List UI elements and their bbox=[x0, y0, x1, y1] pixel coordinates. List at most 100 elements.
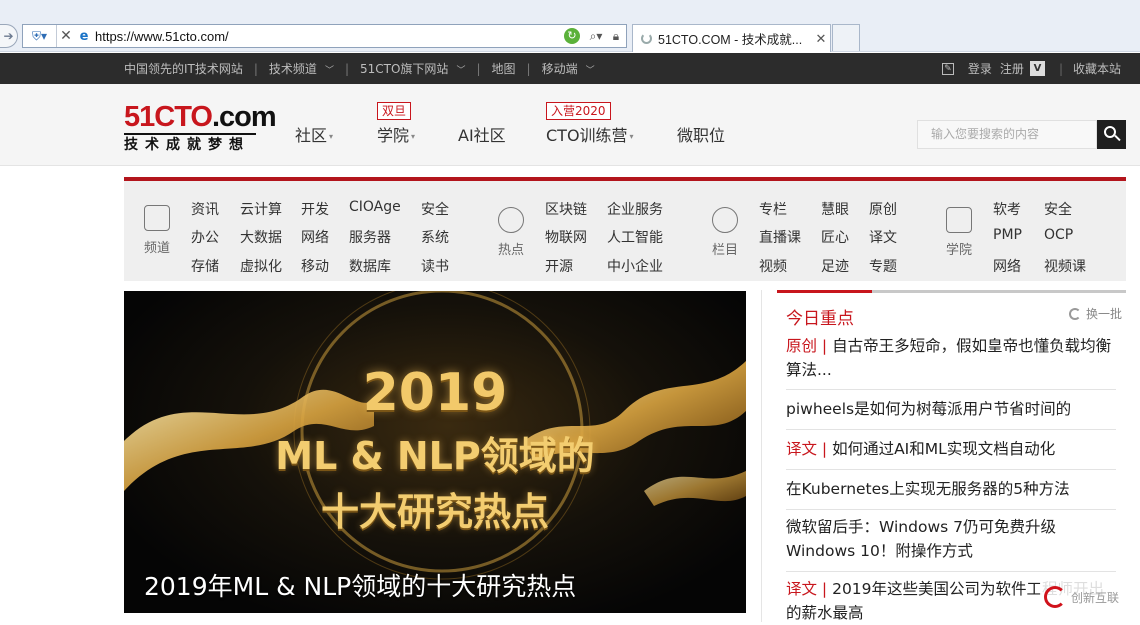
channel-link[interactable]: 开发 bbox=[301, 199, 329, 219]
channel-link[interactable]: 安全 bbox=[421, 199, 449, 219]
search-button[interactable] bbox=[1097, 120, 1126, 149]
column-link[interactable]: 直播课 bbox=[759, 227, 801, 247]
sites-menu[interactable]: 51CTO旗下网站 ﹀ bbox=[360, 60, 465, 77]
channel-link[interactable]: 大数据 bbox=[240, 227, 282, 247]
chevron-down-icon: ﹀ bbox=[324, 66, 334, 76]
site-header: 51CTO.com 技术成就梦想 社区 ▾ 双旦 学院 ▾ AI社区 入营2020 … bbox=[0, 84, 1140, 166]
loading-icon bbox=[641, 33, 652, 44]
nav-ai-community[interactable]: AI社区 bbox=[458, 122, 506, 146]
hotspot-group[interactable]: 热点 bbox=[497, 207, 525, 258]
column-link[interactable]: 原创 bbox=[869, 199, 897, 219]
map-link[interactable]: 地图 bbox=[492, 60, 516, 77]
login-link[interactable]: 登录 bbox=[968, 60, 992, 77]
compat-view-icon[interactable]: ↻ bbox=[564, 28, 580, 44]
channel-doc-icon bbox=[144, 205, 170, 231]
banner-headline-year: 2019 bbox=[362, 363, 508, 423]
chevron-down-icon: ﹀ bbox=[585, 66, 595, 76]
banner-headline: ML & NLP领域的 bbox=[275, 434, 595, 478]
url-text[interactable]: https://www.51cto.com/ bbox=[93, 29, 564, 44]
column-link[interactable]: 匠心 bbox=[821, 227, 849, 247]
refresh-button[interactable]: 换一批 bbox=[1068, 305, 1122, 322]
column-link[interactable]: 慧眼 bbox=[821, 199, 849, 219]
channel-link[interactable]: CIOAge bbox=[349, 199, 401, 215]
academy-link[interactable]: 网络 bbox=[993, 256, 1021, 276]
nav-micro-job[interactable]: 微职位 bbox=[677, 122, 725, 146]
news-title: 今日重点 bbox=[786, 309, 854, 329]
hotspot-link[interactable]: 开源 bbox=[545, 256, 573, 276]
column-link[interactable]: 专题 bbox=[869, 256, 897, 276]
search-dropdown-icon[interactable]: ⌕▾ bbox=[586, 29, 606, 44]
watermark-icon bbox=[1044, 586, 1066, 608]
banner-caption[interactable]: 2019年ML & NLP领域的十大研究热点 bbox=[144, 567, 576, 603]
column-link[interactable]: 专栏 bbox=[759, 199, 787, 219]
academy-link[interactable]: 视频课 bbox=[1044, 256, 1086, 276]
mobile-menu[interactable]: 移动端 ﹀ bbox=[542, 60, 595, 77]
channel-link[interactable]: 资讯 bbox=[191, 199, 219, 219]
hotspot-link[interactable]: 区块链 bbox=[545, 199, 587, 219]
chevron-down-icon: ▾ bbox=[411, 132, 416, 141]
column-star-icon bbox=[712, 207, 738, 233]
academy-link[interactable]: OCP bbox=[1044, 227, 1073, 243]
academy-link[interactable]: PMP bbox=[993, 227, 1022, 243]
nav-academy[interactable]: 学院 ▾ bbox=[377, 122, 415, 146]
channel-link[interactable]: 系统 bbox=[421, 227, 449, 247]
ie-logo-icon: e bbox=[79, 28, 89, 44]
hotspot-link[interactable]: 物联网 bbox=[545, 227, 587, 247]
channel-link[interactable]: 读书 bbox=[421, 256, 449, 276]
channel-link[interactable]: 服务器 bbox=[349, 227, 391, 247]
channel-link[interactable]: 数据库 bbox=[349, 256, 391, 276]
channel-link[interactable]: 存储 bbox=[191, 256, 219, 276]
hotspot-link[interactable]: 中小企业 bbox=[607, 256, 663, 276]
address-bar[interactable]: ⛨▾ ✕ e https://www.51cto.com/ ↻ ⌕▾ 🔒︎ bbox=[22, 24, 627, 48]
slogan-link[interactable]: 中国领先的IT技术网站 bbox=[124, 60, 243, 77]
refresh-icon bbox=[1068, 308, 1081, 320]
nav-cto-camp[interactable]: CTO训练营 ▾ bbox=[546, 122, 634, 146]
feature-banner[interactable]: 2019 ML & NLP领域的 十大研究热点 2019年ML & NLP领域的… bbox=[124, 291, 746, 613]
register-link[interactable]: 注册 bbox=[1000, 60, 1024, 77]
column-link[interactable]: 足迹 bbox=[821, 256, 849, 276]
top-bar: 中国领先的IT技术网站 | 技术频道 ﹀ | 51CTO旗下网站 ﹀ | 地图 | … bbox=[0, 53, 1140, 84]
browser-chrome: ➔ ⛨▾ ✕ e https://www.51cto.com/ ↻ ⌕▾ 🔒︎ … bbox=[0, 0, 1140, 52]
top-news-panel: 今日重点 换一批 原创 | 自古帝王多短命，假如皇帝也懂负载均衡算法... pi… bbox=[761, 290, 1126, 622]
channel-group[interactable]: 频道 bbox=[144, 205, 170, 256]
lock-icon[interactable]: 🔒︎ bbox=[606, 29, 626, 44]
channel-link[interactable]: 网络 bbox=[301, 227, 329, 247]
column-group[interactable]: 栏目 bbox=[711, 207, 739, 258]
channel-link[interactable]: 云计算 bbox=[240, 199, 282, 219]
channel-link[interactable]: 移动 bbox=[301, 256, 329, 276]
academy-group[interactable]: 学院 bbox=[945, 207, 973, 258]
channel-panel: 频道 资讯 云计算 开发 CIOAge 安全 办公 大数据 网络 服务器 系统 … bbox=[124, 177, 1126, 281]
search-input[interactable]: 输入您要搜索的内容 bbox=[917, 120, 1097, 149]
column-link[interactable]: 视频 bbox=[759, 256, 787, 276]
news-item[interactable]: 原创 | 自古帝王多短命，假如皇帝也懂负载均衡算法... bbox=[786, 334, 1116, 382]
academy-link[interactable]: 软考 bbox=[993, 199, 1021, 219]
tab-title: 51CTO.COM - 技术成就... bbox=[658, 33, 803, 47]
news-item[interactable]: piwheels是如何为树莓派用户节省时间的 bbox=[786, 397, 1116, 421]
bookmark-link[interactable]: 收藏本站 bbox=[1073, 60, 1121, 77]
logo-tagline: 技术成就梦想 bbox=[124, 137, 250, 153]
academy-book-icon bbox=[946, 207, 972, 233]
news-item[interactable]: 微软留后手：Windows 7仍可免费升级Windows 10！附操作方式 bbox=[786, 515, 1116, 563]
hotspot-link[interactable]: 企业服务 bbox=[607, 199, 663, 219]
back-arrow-icon[interactable]: ➔ bbox=[0, 24, 18, 48]
tab-close-icon[interactable]: ✕ bbox=[812, 31, 830, 47]
news-item[interactable]: 译文 | 如何通过AI和ML实现文档自动化 bbox=[786, 437, 1116, 461]
column-link[interactable]: 译文 bbox=[869, 227, 897, 247]
academy-link[interactable]: 安全 bbox=[1044, 199, 1072, 219]
news-item[interactable]: 在Kubernetes上实现无服务器的5种方法 bbox=[786, 477, 1116, 501]
browser-tab[interactable]: 51CTO.COM - 技术成就... ✕ bbox=[632, 24, 831, 52]
site-logo[interactable]: 51CTO.com 技术成就梦想 bbox=[124, 102, 277, 154]
nav-community[interactable]: 社区 ▾ bbox=[295, 122, 333, 146]
banner-headline: 十大研究热点 bbox=[320, 490, 549, 534]
tech-channels-menu[interactable]: 技术频道 ﹀ bbox=[269, 60, 334, 77]
chevron-down-icon: ▾ bbox=[629, 132, 634, 141]
stop-icon[interactable]: ✕ bbox=[57, 28, 75, 44]
channel-link[interactable]: 办公 bbox=[191, 227, 219, 247]
hotspot-pointer-icon bbox=[498, 207, 524, 233]
hotspot-link[interactable]: 人工智能 bbox=[607, 227, 663, 247]
channel-link[interactable]: 虚拟化 bbox=[240, 256, 282, 276]
security-shield-icon[interactable]: ⛨▾ bbox=[23, 25, 57, 47]
promo-badge: 双旦 bbox=[377, 102, 412, 120]
v-badge-icon[interactable]: V bbox=[1029, 61, 1045, 76]
new-tab-button[interactable] bbox=[832, 24, 860, 51]
